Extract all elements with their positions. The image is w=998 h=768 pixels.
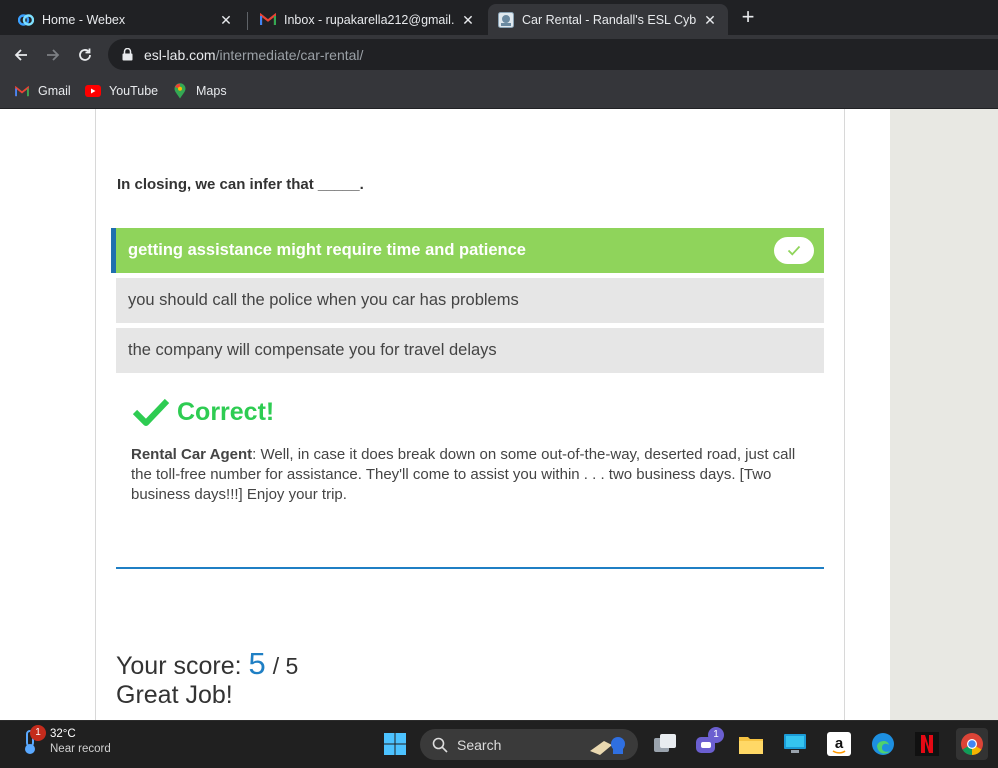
windows-start-icon[interactable] [382,731,408,757]
gmail-icon [14,83,30,99]
url-path: /intermediate/car-rental/ [215,46,364,63]
new-tab-button[interactable]: + [736,6,760,30]
tab-title: Inbox - rupakarella212@gmail.co [284,12,454,27]
tab-webex[interactable]: Home - Webex ✕ [8,4,244,35]
feedback-header: Correct! [133,397,274,427]
browser-tab-bar: Home - Webex ✕ Inbox - rupakarella212@gm… [0,0,998,35]
answer-explanation: Rental Car Agent: Well, in case it does … [131,445,811,505]
amazon-icon[interactable]: a [826,731,852,757]
weather-badge: 1 [30,725,46,741]
bookmark-label: YouTube [109,84,159,98]
answer-option-text: getting assistance might require time an… [128,241,526,259]
tab-title: Car Rental - Randall's ESL Cyber [522,12,696,27]
youtube-icon [85,83,101,99]
weather-desc: Near record [50,743,111,755]
arrow-right-icon [47,49,60,61]
teams-chat-icon[interactable]: 1 [694,727,724,757]
bookmark-maps[interactable]: Maps [172,82,227,100]
netflix-icon[interactable] [914,731,940,757]
weather-temp: 32°C [50,728,76,740]
quiz-question: In closing, we can infer that _____. [117,176,364,193]
close-tab-icon[interactable]: ✕ [218,12,234,28]
score-label: Your score: [116,652,242,680]
back-button[interactable] [9,43,33,67]
tab-separator [247,12,248,30]
feedback-label: Correct! [177,397,275,426]
search-highlight-icon [590,737,625,755]
score-value: 5 [248,646,266,681]
address-bar[interactable]: esl-lab.com/intermediate/car-rental/ [108,39,998,70]
answer-option-text: you should call the police when you car … [128,291,519,309]
gmail-icon [260,12,276,28]
close-tab-icon[interactable]: ✕ [460,12,476,28]
explanation-speaker: Rental Car Agent [131,446,253,463]
section-divider [116,567,824,569]
checkmark-icon [774,237,814,264]
monitor-app-icon[interactable] [782,731,808,757]
answer-option-correct[interactable]: getting assistance might require time an… [111,228,824,273]
answer-option-text: the company will compensate you for trav… [128,341,497,359]
score-summary: Your score: 5 / 5 Great Job! [116,646,299,710]
search-label: Search [457,736,502,753]
bookmark-gmail[interactable]: Gmail [14,82,71,100]
arrow-left-icon [14,49,27,61]
quiz-content: In closing, we can infer that _____. get… [95,109,845,720]
search-icon [432,737,448,753]
task-view-icon[interactable] [652,731,678,757]
weather-text: 32°C Near record [50,728,111,755]
taskbar: 1 32°C Near record Search 1 a [0,720,998,768]
score-total: / 5 [272,653,299,679]
edge-icon[interactable] [870,731,896,757]
answer-option[interactable]: you should call the police when you car … [116,278,824,323]
weather-widget[interactable]: 1 32°C Near record [20,725,111,755]
chrome-icon[interactable] [956,728,988,760]
tab-gmail[interactable]: Inbox - rupakarella212@gmail.co ✕ [250,4,486,35]
check-icon [133,398,169,426]
webex-icon [18,12,34,28]
bookmark-label: Gmail [38,84,71,98]
lock-icon [120,48,134,62]
page-right-gutter [890,109,998,720]
bookmarks-bar: Gmail YouTube Maps [0,74,998,109]
reload-icon [79,48,91,61]
file-explorer-icon[interactable] [738,731,764,757]
maps-icon [172,83,188,99]
esl-lab-icon [498,11,514,28]
tab-title: Home - Webex [42,12,126,27]
bookmark-youtube[interactable]: YouTube [85,82,158,100]
browser-toolbar: esl-lab.com/intermediate/car-rental/ [0,35,998,74]
close-tab-icon[interactable]: ✕ [702,12,718,28]
tab-car-rental[interactable]: Car Rental - Randall's ESL Cyber ✕ [488,4,728,35]
bookmark-label: Maps [196,84,227,98]
forward-button[interactable] [41,43,65,67]
teams-badge: 1 [708,727,724,743]
url-host: esl-lab.com [144,46,216,63]
page-viewport: In closing, we can infer that _____. get… [0,109,998,720]
svg-text:a: a [835,735,844,752]
score-line: Your score: 5 / 5 [116,646,299,681]
answer-option[interactable]: the company will compensate you for trav… [116,328,824,373]
taskbar-search[interactable]: Search [420,729,638,760]
reload-button[interactable] [73,43,97,67]
score-message: Great Job! [116,681,233,709]
